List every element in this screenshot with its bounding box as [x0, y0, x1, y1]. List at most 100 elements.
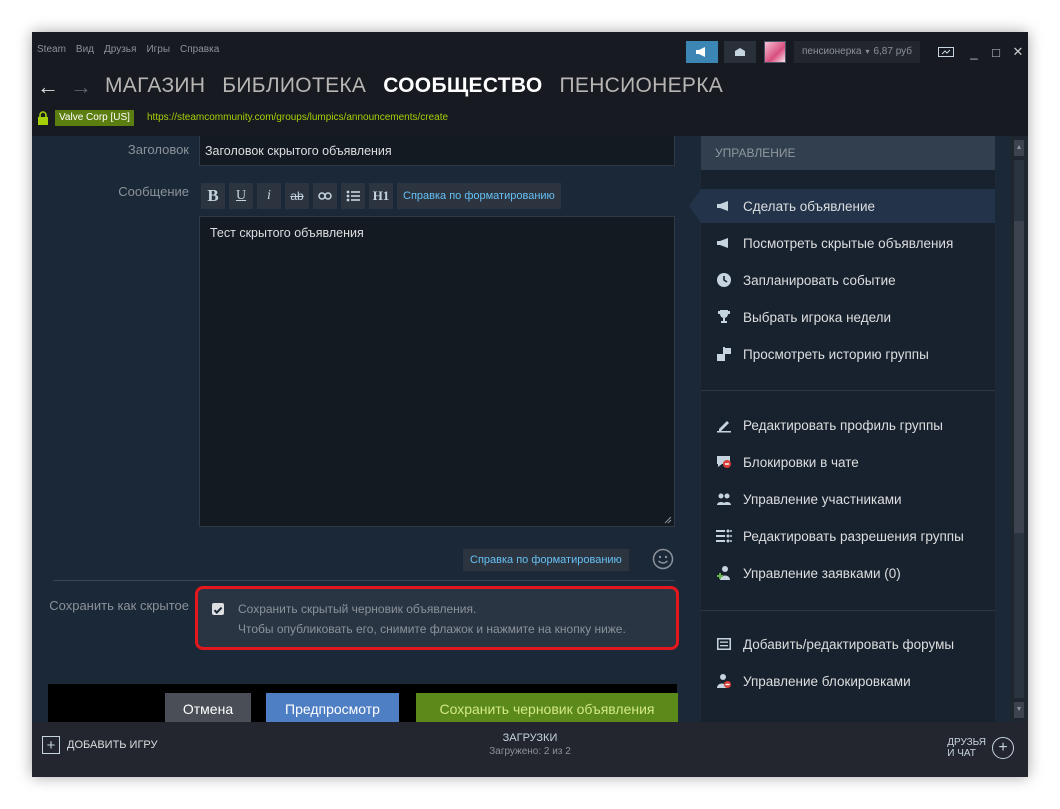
- panel-item-label: Управление участниками: [743, 491, 902, 507]
- ban-user-icon: [715, 672, 733, 690]
- scrollbar[interactable]: ▲ ▼: [1010, 136, 1028, 722]
- underline-button[interactable]: U: [229, 183, 253, 209]
- notifications-button[interactable]: [724, 41, 756, 63]
- megaphone-icon: [715, 234, 733, 252]
- active-pointer: [689, 189, 701, 223]
- panel-item-edit-permissions[interactable]: Редактировать разрешения группы: [701, 519, 995, 553]
- history-icon: [715, 345, 733, 363]
- account-menu[interactable]: пенсионерка ▾ 6,87 руб: [794, 41, 920, 63]
- nav-community[interactable]: СООБЩЕСТВО: [383, 74, 542, 98]
- panel-item-schedule-event[interactable]: Запланировать событие: [701, 263, 995, 297]
- cancel-button[interactable]: Отмена: [165, 693, 251, 722]
- big-picture-button[interactable]: [930, 41, 962, 63]
- megaphone-icon: [715, 197, 733, 215]
- link-button[interactable]: [313, 183, 337, 209]
- format-toolbar: B U i ab H1 Справка по форматированию: [201, 183, 561, 209]
- panel-divider: [701, 610, 995, 611]
- message-text: Тест скрытого объявления: [210, 226, 364, 240]
- certificate-badge[interactable]: Valve Corp [US]: [55, 110, 134, 126]
- formatting-help-link[interactable]: Справка по форматированию: [397, 183, 561, 209]
- panel-item-manage-bans[interactable]: Управление блокировками: [701, 664, 995, 698]
- panel-item-label: Сделать объявление: [743, 198, 876, 214]
- announcements-button[interactable]: [686, 41, 718, 63]
- italic-button[interactable]: i: [257, 183, 281, 209]
- nav-store[interactable]: МАГАЗИН: [105, 74, 205, 98]
- add-user-icon: [715, 564, 733, 582]
- friends-chat-button[interactable]: ДРУЗЬЯ И ЧАТ +: [947, 737, 1014, 759]
- panel-item-label: Добавить/редактировать форумы: [743, 636, 955, 652]
- back-button[interactable]: ←: [37, 74, 59, 100]
- lock-icon: [38, 111, 48, 125]
- forward-button[interactable]: →: [70, 74, 92, 100]
- resize-handle-icon[interactable]: [664, 516, 672, 524]
- list-button[interactable]: [341, 183, 365, 209]
- scroll-thumb[interactable]: [1014, 221, 1024, 533]
- menu-steam[interactable]: Steam: [37, 44, 66, 55]
- url-bar: Valve Corp [US] https://steamcommunity.c…: [32, 108, 1028, 130]
- panel-item-edit-profile[interactable]: Редактировать профиль группы: [701, 408, 995, 442]
- page-content: Заголовок Заголовок скрытого объявления …: [32, 136, 1028, 722]
- downloads-status: Загружено: 2 из 2: [489, 746, 571, 757]
- permissions-icon: [715, 527, 733, 545]
- members-icon: [715, 490, 733, 508]
- menu-games[interactable]: Игры: [146, 44, 170, 55]
- panel-item-player-of-week[interactable]: Выбрать игрока недели: [701, 300, 995, 334]
- panel-header: УПРАВЛЕНИЕ: [701, 136, 995, 170]
- form-divider: [53, 580, 675, 581]
- panel-item-label: Редактировать разрешения группы: [743, 528, 964, 544]
- close-button[interactable]: ✕: [1008, 44, 1028, 60]
- hidden-checkbox[interactable]: [212, 603, 224, 615]
- panel-item-label: Управление заявками (0): [743, 565, 901, 581]
- avatar[interactable]: [764, 41, 786, 63]
- menu-help[interactable]: Справка: [180, 44, 219, 55]
- panel-item-make-announcement[interactable]: Сделать объявление: [689, 189, 995, 223]
- pencil-icon: [715, 416, 733, 434]
- friends-label: ДРУЗЬЯ И ЧАТ: [947, 737, 986, 759]
- emoticon-icon[interactable]: [652, 548, 674, 570]
- panel-item-group-history[interactable]: Просмотреть историю группы: [701, 337, 995, 371]
- menu-friends[interactable]: Друзья: [104, 44, 136, 55]
- heading-button[interactable]: H1: [369, 183, 393, 209]
- menu-bar: Steam Вид Друзья Игры Справка: [37, 44, 219, 55]
- preview-button[interactable]: Предпросмотр: [266, 693, 399, 722]
- hidden-description: Сохранить скрытый черновик объявления.: [238, 602, 477, 616]
- nav-profile[interactable]: ПЕНСИОНЕРКА: [560, 74, 724, 98]
- minimize-button[interactable]: _: [964, 45, 984, 60]
- panel-item-hidden-announcements[interactable]: Посмотреть скрытые объявления: [701, 226, 995, 260]
- formatting-help-link-bottom[interactable]: Справка по форматированию: [463, 549, 629, 571]
- scroll-down-icon[interactable]: ▼: [1014, 702, 1024, 718]
- chevron-down-icon: ▾: [865, 47, 870, 56]
- strikethrough-button[interactable]: ab: [285, 183, 309, 209]
- scroll-up-icon[interactable]: ▲: [1014, 140, 1024, 156]
- nav-library[interactable]: БИБЛИОТЕКА: [222, 74, 366, 98]
- forum-icon: [715, 635, 733, 653]
- list-icon: [346, 190, 360, 202]
- panel-item-chat-bans[interactable]: Блокировки в чате: [701, 445, 995, 479]
- hidden-instruction: Чтобы опубликовать его, снимите флажок и…: [238, 622, 626, 636]
- panel-item-manage-requests[interactable]: Управление заявками (0): [701, 556, 995, 590]
- wallet-balance: 6,87 руб: [873, 46, 912, 57]
- panel-item-label: Запланировать событие: [743, 272, 896, 288]
- checkmark-icon: [213, 606, 223, 615]
- title-bar: Steam Вид Друзья Игры Справка пенсионерк…: [32, 32, 1028, 70]
- maximize-button[interactable]: □: [986, 45, 1006, 60]
- panel-item-label: Блокировки в чате: [743, 454, 859, 470]
- hidden-label: Сохранить как скрытое: [49, 598, 189, 613]
- bold-button[interactable]: B: [201, 183, 225, 209]
- friends-label-line2: И ЧАТ: [947, 748, 976, 759]
- menu-view[interactable]: Вид: [76, 44, 94, 55]
- page-url[interactable]: https://steamcommunity.com/groups/lumpic…: [147, 112, 448, 123]
- title-input[interactable]: Заголовок скрытого объявления: [199, 136, 675, 166]
- title-bar-controls: пенсионерка ▾ 6,87 руб _ □ ✕: [686, 40, 1028, 64]
- panel-divider: [701, 390, 995, 391]
- username: пенсионерка: [802, 46, 862, 57]
- panel-item-manage-members[interactable]: Управление участниками: [701, 482, 995, 516]
- save-draft-button[interactable]: Сохранить черновик объявления: [416, 693, 678, 722]
- big-picture-icon: [938, 47, 954, 57]
- message-label: Сообщение: [118, 184, 189, 199]
- panel-item-edit-forums[interactable]: Добавить/редактировать форумы: [701, 627, 995, 661]
- clock-icon: [715, 271, 733, 289]
- panel-item-label: Управление блокировками: [743, 673, 911, 689]
- downloads-title[interactable]: ЗАГРУЗКИ: [32, 732, 1028, 744]
- message-textarea[interactable]: Тест скрытого объявления: [199, 216, 675, 527]
